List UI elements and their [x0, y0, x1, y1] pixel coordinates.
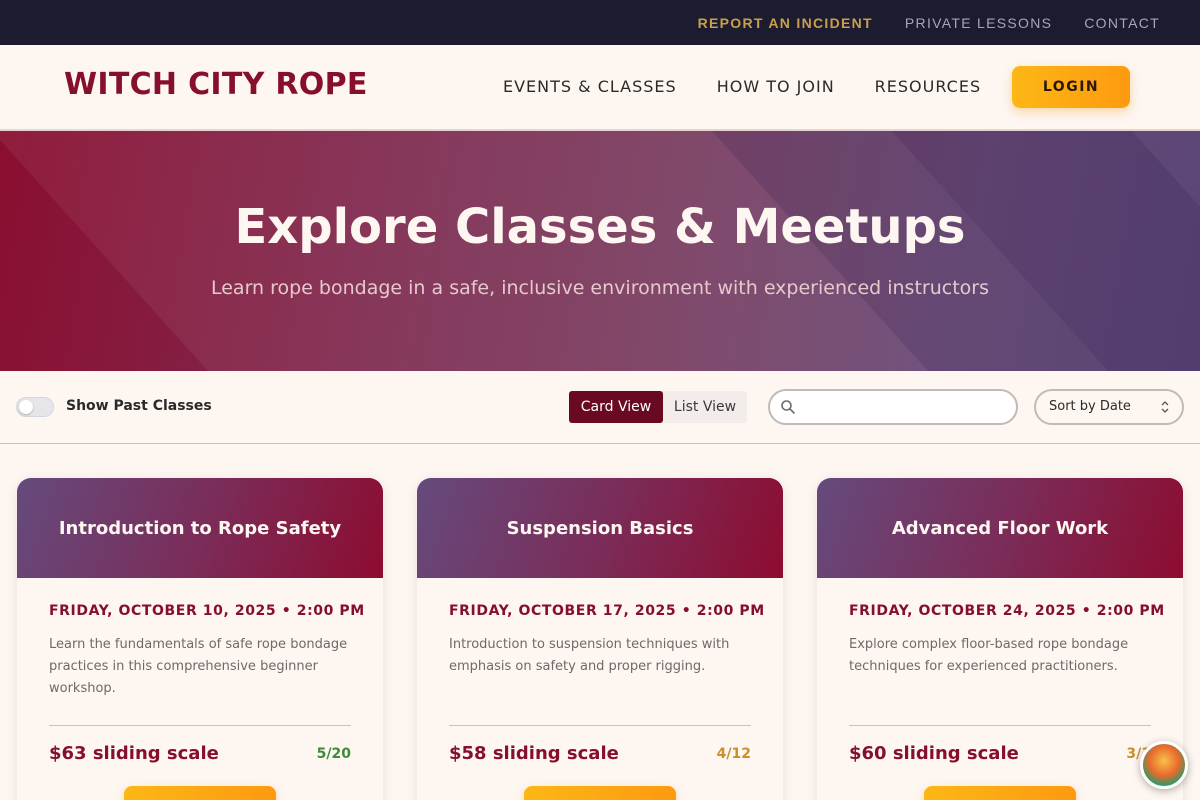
card-date: FRIDAY, OCTOBER 10, 2025 • 2:00 PM — [49, 603, 365, 619]
learn-more-button[interactable]: LEARN MORE — [924, 786, 1076, 800]
card-description: Explore complex floor-based rope bondage… — [849, 637, 1129, 674]
main-header: WITCH CITY ROPE EVENTS & CLASSES HOW TO … — [0, 45, 1200, 131]
filter-bar: Show Past Classes Card View List View So… — [0, 371, 1200, 444]
card-view-button[interactable]: Card View — [569, 391, 663, 423]
event-card[interactable]: Suspension Basics FRIDAY, OCTOBER 17, 20… — [417, 478, 783, 800]
hero-subtitle: Learn rope bondage in a safe, inclusive … — [210, 277, 989, 299]
card-description: Learn the fundamentals of safe rope bond… — [49, 637, 348, 696]
nav-events-classes[interactable]: EVENTS & CLASSES — [503, 77, 677, 96]
card-title: Advanced Floor Work — [891, 517, 1109, 539]
list-view-button[interactable]: List View — [663, 391, 747, 423]
view-toggle: Card View List View — [569, 391, 747, 423]
card-header: Advanced Floor Work — [817, 478, 1183, 578]
show-past-label: Show Past Classes — [66, 398, 212, 414]
site-logo[interactable]: WITCH CITY ROPE — [64, 67, 368, 102]
card-divider — [49, 725, 351, 726]
search-input[interactable] — [804, 395, 1004, 419]
event-card[interactable]: Advanced Floor Work FRIDAY, OCTOBER 24, … — [817, 478, 1183, 800]
chat-widget-icon[interactable] — [1140, 741, 1188, 789]
learn-more-button[interactable]: LEARN MORE — [124, 786, 276, 800]
hero-title: Explore Classes & Meetups — [234, 199, 966, 255]
contact-link[interactable]: CONTACT — [1084, 15, 1160, 31]
card-spots: 5/20 — [316, 746, 351, 762]
card-price: $60 sliding scale — [849, 743, 1019, 764]
event-card[interactable]: Introduction to Rope Safety FRIDAY, OCTO… — [17, 478, 383, 800]
card-date: FRIDAY, OCTOBER 24, 2025 • 2:00 PM — [849, 603, 1165, 619]
main-nav: EVENTS & CLASSES HOW TO JOIN RESOURCES — [503, 77, 981, 96]
card-description: Introduction to suspension techniques wi… — [449, 637, 730, 674]
report-incident-link[interactable]: REPORT AN INCIDENT — [698, 15, 873, 31]
show-past-toggle[interactable] — [16, 397, 54, 417]
card-spots: 4/12 — [716, 746, 751, 762]
nav-how-to-join[interactable]: HOW TO JOIN — [717, 77, 835, 96]
login-button[interactable]: LOGIN — [1012, 66, 1130, 108]
card-price: $63 sliding scale — [49, 743, 219, 764]
hero-banner: Explore Classes & Meetups Learn rope bon… — [0, 131, 1200, 371]
card-date: FRIDAY, OCTOBER 17, 2025 • 2:00 PM — [449, 603, 765, 619]
card-header: Suspension Basics — [417, 478, 783, 578]
search-icon — [781, 400, 795, 414]
sort-select[interactable]: Sort by Date — [1034, 389, 1184, 425]
card-divider — [849, 725, 1151, 726]
card-price: $58 sliding scale — [449, 743, 619, 764]
nav-resources[interactable]: RESOURCES — [875, 77, 981, 96]
learn-more-button[interactable]: LEARN MORE — [524, 786, 676, 800]
toggle-knob — [19, 400, 33, 414]
search-box[interactable] — [768, 389, 1018, 425]
private-lessons-link[interactable]: PRIVATE LESSONS — [905, 15, 1052, 31]
card-header: Introduction to Rope Safety — [17, 478, 383, 578]
card-title: Introduction to Rope Safety — [58, 517, 342, 539]
card-divider — [449, 725, 751, 726]
sort-label: Sort by Date — [1049, 399, 1131, 414]
chevron-up-down-icon — [1161, 401, 1169, 413]
utility-bar: REPORT AN INCIDENT PRIVATE LESSONS CONTA… — [0, 0, 1200, 45]
card-title: Suspension Basics — [506, 517, 694, 539]
